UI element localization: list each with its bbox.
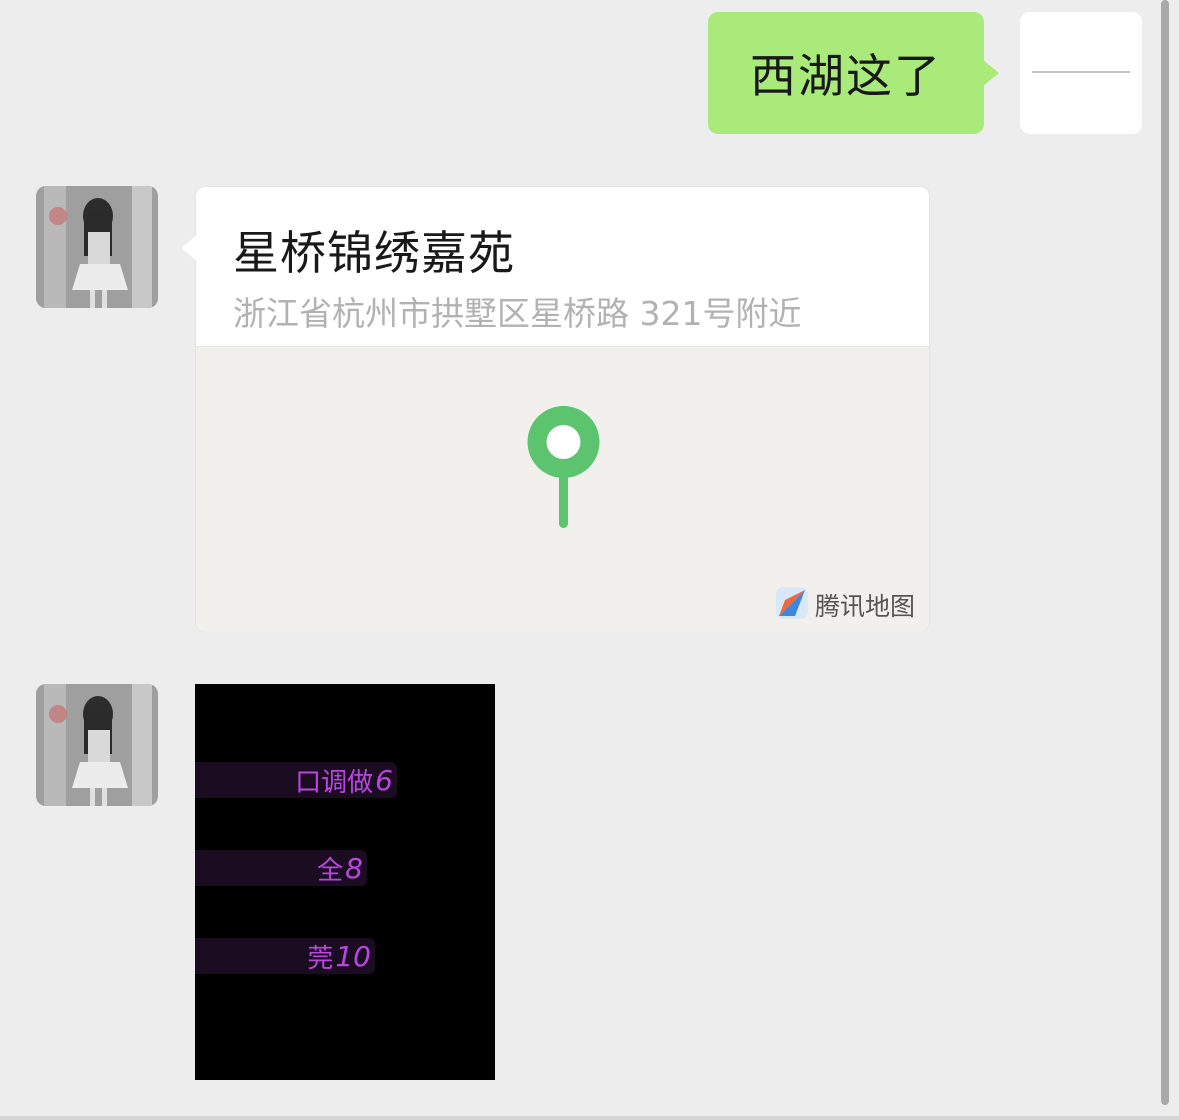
image-row-number: 8: [345, 851, 363, 885]
scrollbar-thumb[interactable]: [1161, 0, 1169, 1105]
image-text-row: 全 8: [195, 850, 367, 886]
map-provider-badge: 腾讯地图: [775, 586, 915, 624]
my-avatar[interactable]: [1020, 12, 1142, 134]
tencent-map-icon: [775, 586, 809, 624]
location-address: 浙江省杭州市拱墅区星桥路 321号附近: [233, 294, 802, 333]
location-title: 星桥锦绣嘉苑: [233, 226, 515, 280]
image-row-number: 10: [335, 939, 371, 973]
image-row-text: 莞: [307, 943, 334, 974]
peer-avatar[interactable]: [36, 186, 158, 308]
peer-avatar[interactable]: [36, 684, 158, 806]
image-message[interactable]: 口调做 6 全 8 莞 10: [195, 684, 495, 1080]
avatar-placeholder-line: [1032, 71, 1130, 73]
location-map-preview[interactable]: 腾讯地图: [196, 346, 929, 632]
location-pin-icon: [524, 404, 604, 538]
image-row-number: 6: [375, 763, 393, 797]
avatar-photo: [36, 186, 158, 308]
map-provider-name: 腾讯地图: [814, 592, 915, 621]
avatar-photo: [36, 684, 158, 806]
image-row-text: 口调做: [295, 767, 374, 798]
image-text-row: 莞 10: [195, 938, 375, 974]
sent-message-bubble[interactable]: 西湖这了: [708, 12, 999, 134]
sent-message-text: 西湖这了: [750, 49, 942, 103]
image-row-text: 全: [317, 855, 344, 886]
location-message-card[interactable]: 星桥锦绣嘉苑 浙江省杭州市拱墅区星桥路 321号附近 腾讯地图: [181, 186, 930, 632]
image-text-row: 口调做 6: [195, 762, 397, 798]
